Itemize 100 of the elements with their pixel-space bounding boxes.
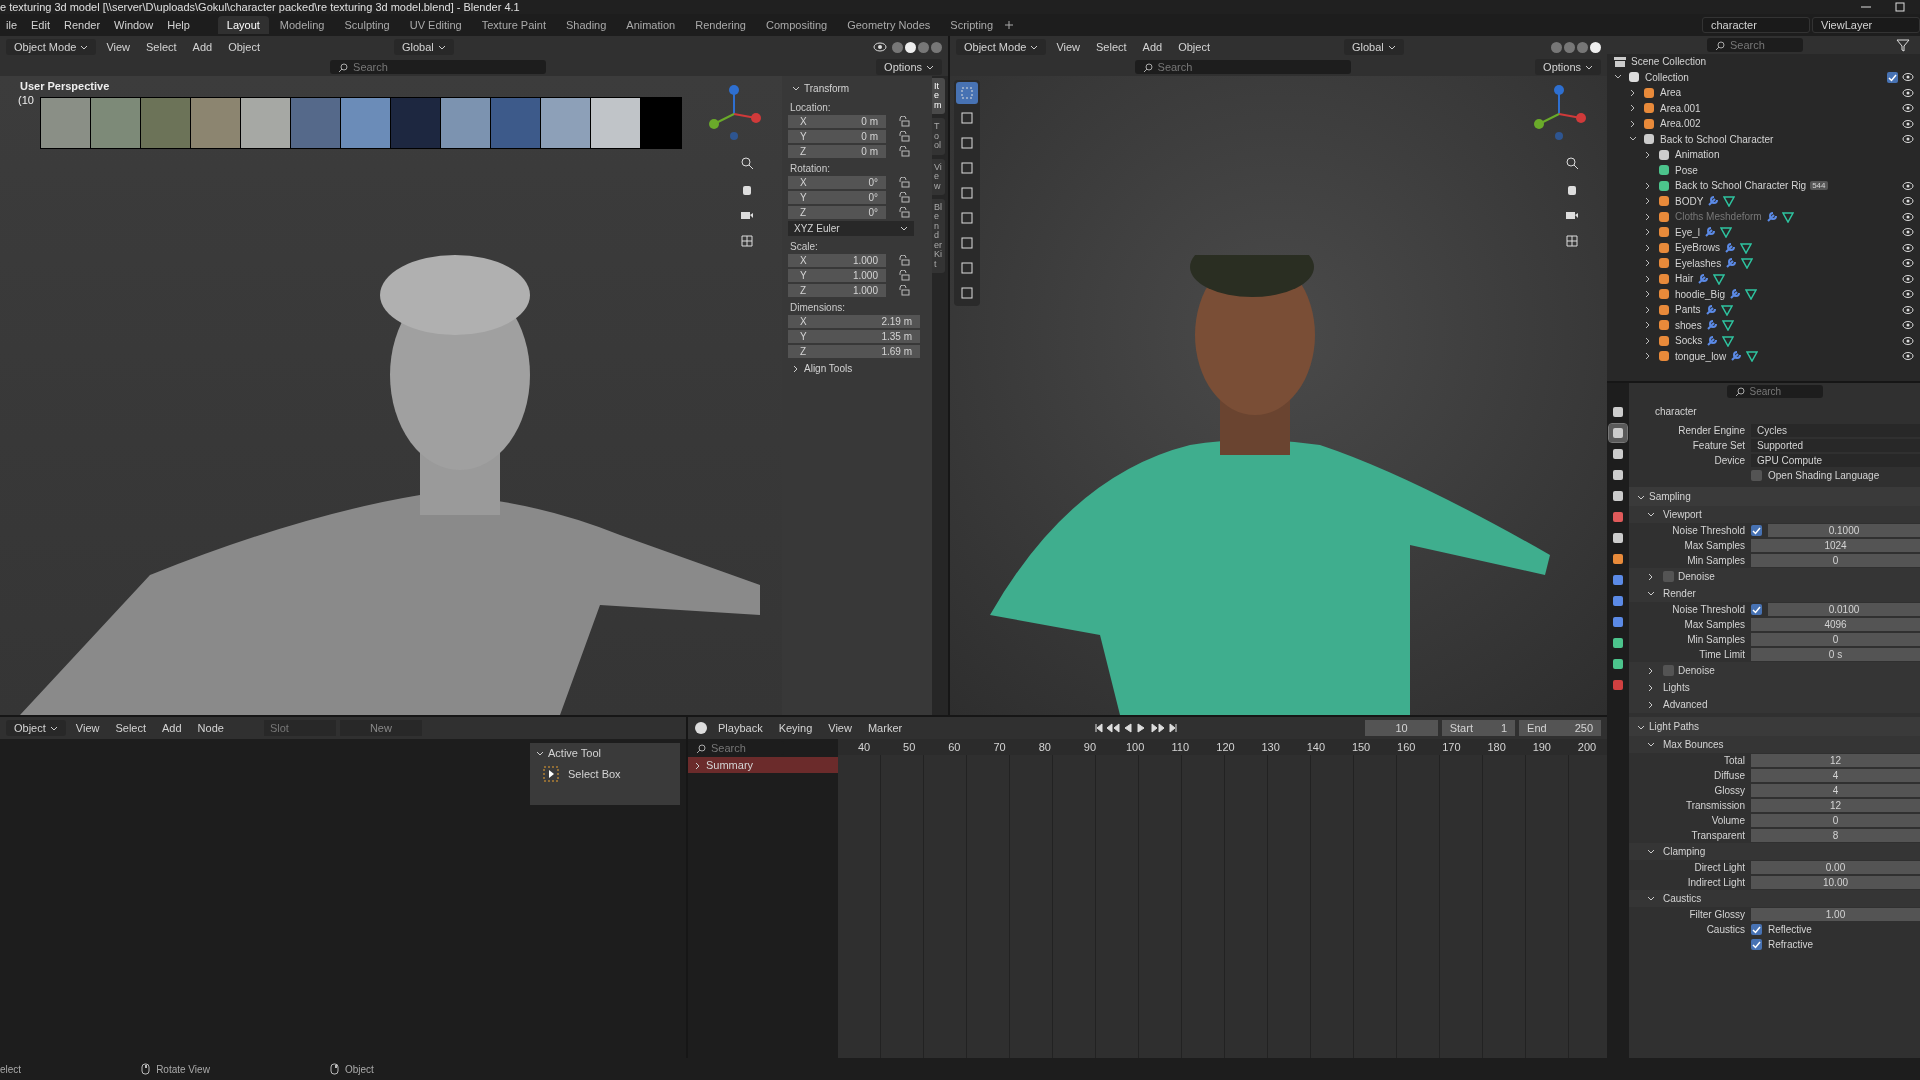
checkbox[interactable] xyxy=(1751,604,1762,616)
lock-icon[interactable] xyxy=(898,177,910,188)
start-frame-field[interactable]: Start 1 xyxy=(1441,720,1516,736)
search-field[interactable]: Search xyxy=(330,59,547,75)
shading-buttons[interactable] xyxy=(892,41,942,53)
menu-item[interactable]: Select xyxy=(1090,39,1133,55)
number-field[interactable]: Z 1.000 xyxy=(788,284,886,297)
outliner-item[interactable]: Pants xyxy=(1675,304,1701,316)
menu-item[interactable]: Add xyxy=(156,720,188,736)
end-frame-field[interactable]: End 250 xyxy=(1519,720,1601,736)
lock-icon[interactable] xyxy=(898,116,910,127)
outliner-item[interactable]: Eyelashes xyxy=(1675,257,1722,269)
checkbox[interactable] xyxy=(1751,525,1762,537)
outliner-item[interactable]: Pose xyxy=(1675,164,1698,176)
number-field[interactable]: 0.0100 xyxy=(1768,603,1920,617)
panel-header[interactable]: Transform xyxy=(788,80,926,97)
eye-icon[interactable] xyxy=(1902,103,1914,114)
outliner-item[interactable]: Eye_l xyxy=(1675,226,1700,238)
workspace-tab[interactable]: Shading xyxy=(556,16,616,34)
expand-toggle-icon[interactable] xyxy=(1644,273,1652,284)
select-box-icon[interactable] xyxy=(956,82,978,104)
maximize-icon[interactable] xyxy=(1894,2,1906,12)
subpanel-header[interactable]: Render xyxy=(1629,585,1920,603)
number-field[interactable]: 4 xyxy=(1751,769,1920,783)
outliner-item[interactable]: EyeBrows xyxy=(1675,242,1720,254)
number-field[interactable]: 0 xyxy=(1751,633,1920,647)
number-field[interactable]: Z 0 m xyxy=(788,145,886,158)
eye-icon[interactable] xyxy=(1902,304,1914,315)
options-dropdown[interactable]: Options xyxy=(1535,59,1601,75)
eye-icon[interactable] xyxy=(1902,211,1914,222)
menu-item[interactable]: View xyxy=(1050,39,1087,55)
eye-icon[interactable] xyxy=(1902,118,1914,129)
menu-item[interactable]: View xyxy=(100,39,137,55)
outliner-item[interactable]: Back to School Character Rig xyxy=(1675,180,1807,192)
number-field[interactable]: Z 1.69 m xyxy=(788,345,920,358)
lock-icon[interactable] xyxy=(898,270,910,281)
menu-item[interactable]: Object xyxy=(1172,39,1216,55)
menu-item[interactable]: View xyxy=(69,720,106,736)
menu-item[interactable]: Add xyxy=(186,39,219,55)
number-field[interactable]: Y 0° xyxy=(788,191,886,204)
outliner-item[interactable]: tongue_low xyxy=(1675,350,1727,362)
panel-header[interactable]: Align Tools xyxy=(788,360,926,377)
panel-header[interactable]: Active Tool xyxy=(530,743,680,763)
current-frame-field[interactable]: 10 xyxy=(1365,720,1438,736)
eye-icon[interactable] xyxy=(1902,196,1914,207)
expand-toggle-icon[interactable] xyxy=(1629,87,1637,98)
outliner-item[interactable]: Collection xyxy=(1645,71,1689,83)
sidebar-tab[interactable]: Tool xyxy=(932,118,945,155)
zoom-icon[interactable] xyxy=(1565,156,1579,170)
expand-toggle-icon[interactable] xyxy=(1644,180,1652,191)
workspace-tab[interactable]: Animation xyxy=(617,16,685,34)
menu-item[interactable]: Marker xyxy=(861,720,909,736)
workspace-tab[interactable]: Scripting xyxy=(941,16,1003,34)
number-field[interactable]: 4 xyxy=(1751,784,1920,798)
workspace-tab[interactable]: Sculpting xyxy=(335,16,399,34)
outliner-item[interactable]: BODY xyxy=(1675,195,1704,207)
menu-item[interactable]: Edit xyxy=(25,17,56,33)
checkbox[interactable] xyxy=(1751,470,1762,482)
subpanel-header[interactable]: Clamping xyxy=(1629,843,1920,861)
eye-icon[interactable] xyxy=(1902,351,1914,362)
menu-item[interactable]: Render xyxy=(58,17,107,33)
workspace-tab[interactable]: Compositing xyxy=(757,16,837,34)
new-material-button[interactable]: New xyxy=(339,720,422,736)
eye-icon[interactable] xyxy=(1902,335,1914,346)
lock-icon[interactable] xyxy=(898,255,910,266)
outliner-item[interactable]: Area.001 xyxy=(1660,102,1701,114)
eye-icon[interactable] xyxy=(1902,180,1914,191)
outliner-item[interactable]: Hair xyxy=(1675,273,1694,285)
workspace-tab[interactable]: Rendering xyxy=(686,16,755,34)
number-field[interactable]: X 1.000 xyxy=(788,254,886,267)
dropdown[interactable]: Cycles xyxy=(1751,424,1920,438)
subpanel-header[interactable]: Advanced xyxy=(1629,696,1920,714)
options-dropdown[interactable]: Options xyxy=(876,59,942,75)
visibility-icon[interactable] xyxy=(872,40,888,54)
subpanel-header[interactable]: Max Bounces xyxy=(1629,736,1920,754)
number-field[interactable]: X 0 m xyxy=(788,115,886,128)
expand-toggle-icon[interactable] xyxy=(1644,335,1652,346)
workspace-tab[interactable]: Texture Paint xyxy=(472,16,555,34)
expand-toggle-icon[interactable] xyxy=(1644,227,1652,238)
search-field[interactable]: Search xyxy=(1707,38,1803,53)
filter-icon[interactable] xyxy=(1896,38,1910,53)
checkbox[interactable] xyxy=(1663,571,1674,583)
number-field[interactable]: 0 xyxy=(1751,814,1920,828)
number-field[interactable]: Y 1.35 m xyxy=(788,330,920,343)
menu-item[interactable]: Select xyxy=(140,39,183,55)
object-type-dropdown[interactable]: Object xyxy=(6,720,66,736)
dropdown[interactable]: GPU Compute xyxy=(1751,454,1920,468)
add-workspace-icon[interactable] xyxy=(1004,20,1015,30)
number-field[interactable]: 4096 xyxy=(1751,618,1920,632)
eye-icon[interactable] xyxy=(1902,227,1914,238)
lock-icon[interactable] xyxy=(898,131,910,142)
eye-icon[interactable] xyxy=(1902,273,1914,284)
outliner-item[interactable]: Area.002 xyxy=(1660,118,1701,130)
eye-icon[interactable] xyxy=(1902,289,1914,300)
eye-icon[interactable] xyxy=(1902,258,1914,269)
number-field[interactable]: 0.1000 xyxy=(1768,524,1920,538)
eye-icon[interactable] xyxy=(1902,72,1914,83)
eye-icon[interactable] xyxy=(1902,242,1914,253)
outliner-item[interactable]: Scene Collection xyxy=(1631,56,1707,68)
menu-item[interactable]: Node xyxy=(191,720,230,736)
